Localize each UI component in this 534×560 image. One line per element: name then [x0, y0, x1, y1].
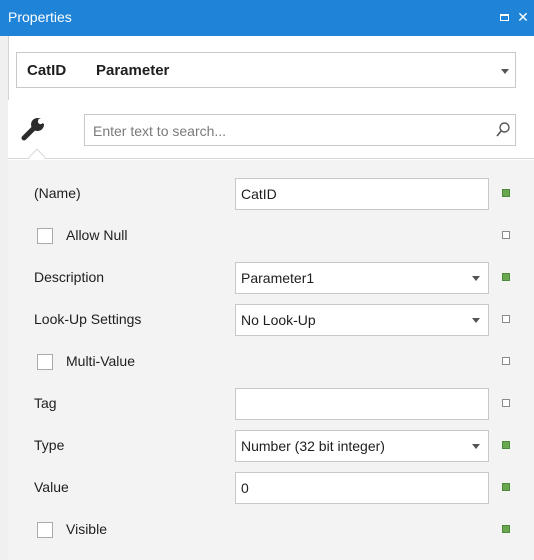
allow-null-checkbox[interactable]: [37, 228, 53, 244]
property-value: No Look-Up: [241, 312, 316, 328]
chevron-down-icon: [501, 69, 509, 74]
description-dropdown[interactable]: Parameter1: [235, 262, 489, 294]
lookup-settings-dropdown[interactable]: No Look-Up: [235, 304, 489, 336]
properties-titlebar: Properties ✕: [0, 0, 534, 36]
wrench-icon[interactable]: [21, 116, 47, 142]
property-label: Description: [34, 269, 105, 285]
chevron-down-icon: [472, 444, 480, 449]
property-row-tag: Tag: [8, 384, 534, 426]
maximize-button[interactable]: [495, 8, 513, 26]
search-icon[interactable]: [495, 121, 511, 139]
object-selector-dropdown[interactable]: CatID Parameter: [16, 52, 516, 88]
property-value: Number (32 bit integer): [241, 438, 385, 454]
property-row-lookup-settings: Look-Up Settings No Look-Up: [8, 300, 534, 342]
close-button[interactable]: ✕: [514, 8, 532, 26]
search-input[interactable]: [91, 119, 485, 143]
property-label: Look-Up Settings: [34, 311, 142, 327]
property-row-visible: Visible: [8, 510, 534, 552]
chevron-down-icon: [472, 276, 480, 281]
chevron-down-icon: [472, 318, 480, 323]
tag-field[interactable]: [235, 388, 489, 420]
property-value: 0: [241, 480, 249, 496]
panel-title: Properties: [8, 9, 72, 25]
property-value: CatID: [241, 186, 277, 202]
object-name: CatID: [27, 62, 67, 79]
value-set-marker[interactable]: [502, 189, 510, 197]
property-label: Allow Null: [66, 227, 128, 243]
multi-value-checkbox[interactable]: [37, 354, 53, 370]
value-set-marker[interactable]: [502, 483, 510, 491]
property-label: Visible: [66, 521, 107, 537]
value-set-marker[interactable]: [502, 273, 510, 281]
property-label: Type: [34, 437, 65, 453]
property-row-multi-value: Multi-Value: [8, 342, 534, 384]
property-row-allow-null: Allow Null: [8, 216, 534, 258]
property-label: Multi-Value: [66, 353, 135, 369]
value-field[interactable]: 0: [235, 472, 489, 504]
property-label: Tag: [34, 395, 57, 411]
value-set-marker[interactable]: [502, 525, 510, 533]
maximize-icon: [499, 13, 509, 21]
type-dropdown[interactable]: Number (32 bit integer): [235, 430, 489, 462]
default-value-marker[interactable]: [502, 231, 510, 239]
property-value: Parameter1: [241, 270, 315, 286]
search-box[interactable]: [84, 114, 516, 146]
property-row-name: (Name) CatID: [8, 174, 534, 216]
value-set-marker[interactable]: [502, 441, 510, 449]
object-type: Parameter: [96, 62, 170, 79]
name-field[interactable]: CatID: [235, 178, 489, 210]
property-row-type: Type Number (32 bit integer): [8, 426, 534, 468]
property-grid: (Name) CatID Allow Null Description Para…: [8, 160, 534, 560]
property-row-description: Description Parameter1: [8, 258, 534, 300]
property-label: Value: [34, 479, 69, 495]
visible-checkbox[interactable]: [37, 522, 53, 538]
default-value-marker[interactable]: [502, 399, 510, 407]
tab-divider: [8, 158, 534, 159]
close-icon: ✕: [517, 9, 529, 25]
property-row-value: Value 0: [8, 468, 534, 510]
default-value-marker[interactable]: [502, 315, 510, 323]
default-value-marker[interactable]: [502, 357, 510, 365]
property-label: (Name): [34, 185, 81, 201]
